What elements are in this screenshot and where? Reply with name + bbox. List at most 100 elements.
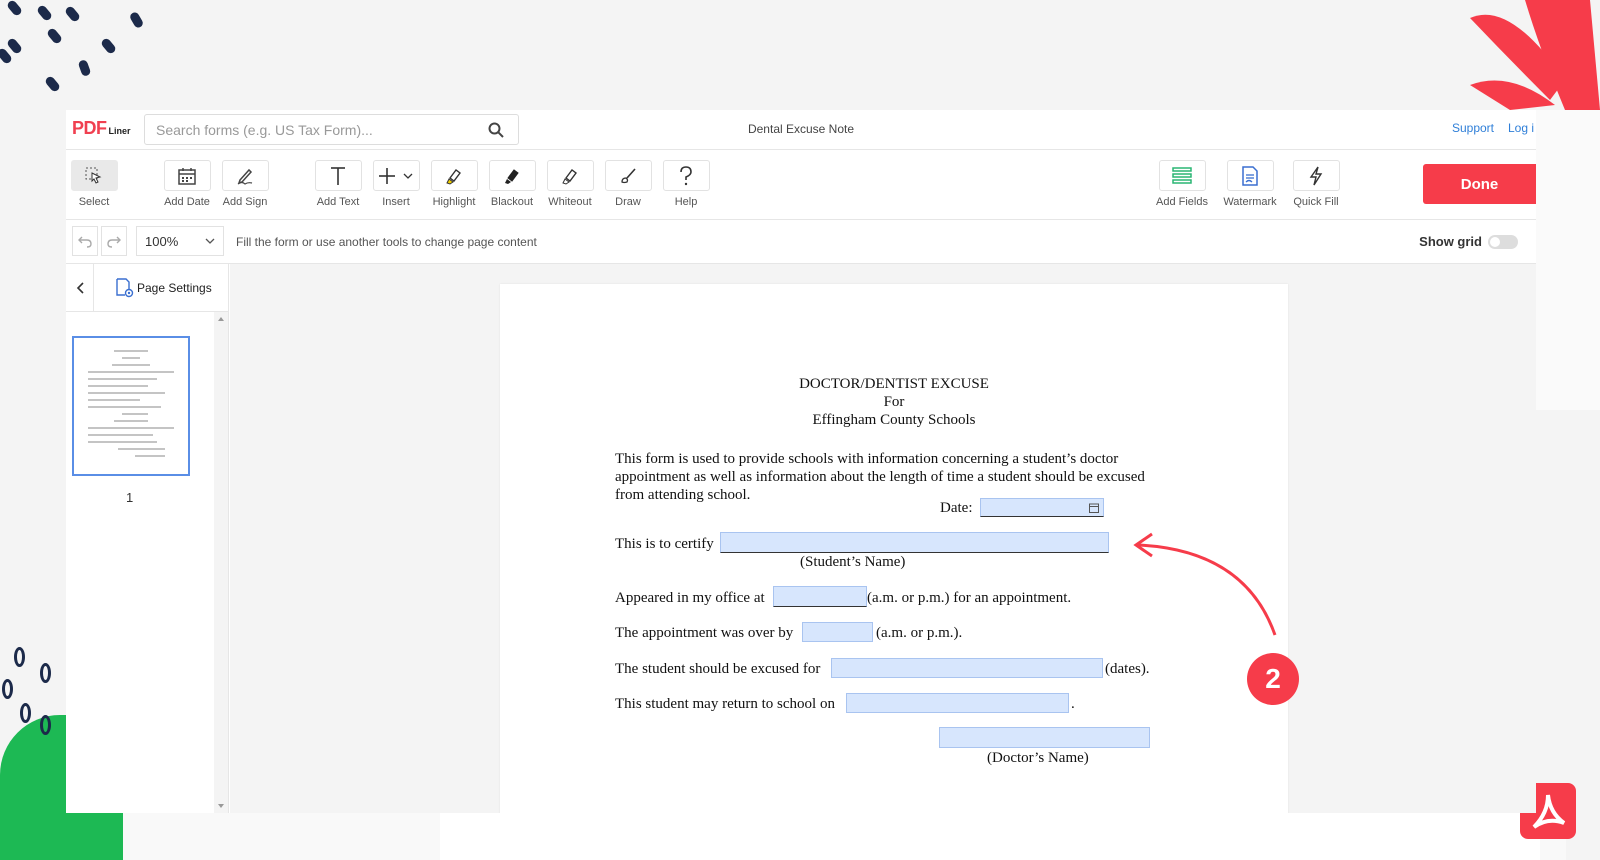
form-heading-school: Effingham County Schools xyxy=(812,412,976,428)
zoom-select[interactable]: 100% xyxy=(136,226,224,256)
blackout-box xyxy=(488,160,536,191)
secondary-toolbar: 100% Fill the form or use another tools … xyxy=(66,220,1536,264)
certify-label: This is to certify xyxy=(615,536,714,552)
form-heading-for: For xyxy=(883,394,905,410)
scroll-down-arrow-icon xyxy=(218,804,224,808)
quick-fill-box xyxy=(1292,160,1340,191)
support-link[interactable]: Support xyxy=(1452,121,1494,135)
add-date-tool[interactable]: Add Date xyxy=(157,160,217,208)
appointment-end-field[interactable] xyxy=(802,622,873,642)
text-t-icon xyxy=(331,166,345,185)
return-suffix: . xyxy=(1071,696,1075,712)
insert-tool[interactable]: Insert xyxy=(366,160,426,208)
excused-dates-field[interactable] xyxy=(831,658,1103,678)
student-name-field[interactable] xyxy=(720,532,1109,553)
undo-button[interactable] xyxy=(72,226,98,256)
sidebar-scrollbar[interactable] xyxy=(214,312,228,813)
done-button[interactable]: Done xyxy=(1423,164,1536,204)
insert-box xyxy=(372,160,420,191)
highlight-tool[interactable]: Highlight xyxy=(424,160,484,208)
step-number: 2 xyxy=(1265,663,1281,694)
calendar-icon xyxy=(178,167,196,185)
show-grid-toggle[interactable] xyxy=(1488,235,1518,249)
add-text-label: Add Text xyxy=(316,196,360,208)
whiteout-box xyxy=(546,160,594,191)
brush-icon xyxy=(621,167,636,183)
page-thumbnail[interactable] xyxy=(72,336,190,476)
blackout-label: Blackout xyxy=(490,196,534,208)
add-sign-label: Add Sign xyxy=(222,196,268,208)
over-suffix: (a.m. or p.m.). xyxy=(876,625,963,641)
watermark-tool[interactable]: Watermark xyxy=(1220,160,1280,208)
chevron-down-icon xyxy=(205,238,215,244)
undo-icon xyxy=(78,236,92,248)
pen-sign-icon xyxy=(237,168,253,185)
add-fields-label: Add Fields xyxy=(1156,196,1208,208)
form-heading: DOCTOR/DENTIST EXCUSE xyxy=(799,376,989,392)
excused-label: The student should be excused for xyxy=(615,661,821,677)
question-icon xyxy=(680,165,692,185)
top-bar: PDFLiner Dental Excuse Note Support Log … xyxy=(66,110,1536,150)
draw-tool[interactable]: Draw xyxy=(598,160,658,208)
appointment-time-field[interactable] xyxy=(773,586,867,607)
page-settings-label: Page Settings xyxy=(137,281,212,295)
add-text-tool[interactable]: Add Text xyxy=(308,160,368,208)
highlighter-icon xyxy=(446,168,461,185)
add-fields-tool[interactable]: Add Fields xyxy=(1152,160,1212,208)
draw-box xyxy=(604,160,652,191)
add-fields-box xyxy=(1158,160,1206,191)
excused-suffix: (dates). xyxy=(1105,661,1150,677)
quick-fill-label: Quick Fill xyxy=(1293,196,1339,208)
page-sidebar: Page Settings 1 xyxy=(66,264,229,813)
blackout-tool[interactable]: Blackout xyxy=(482,160,542,208)
chevron-left-icon xyxy=(76,282,84,294)
date-label: Date: xyxy=(940,500,973,516)
add-sign-tool[interactable]: Add Sign xyxy=(215,160,275,208)
doctor-name-caption: (Doctor’s Name) xyxy=(987,750,1089,766)
toolbar-hint: Fill the form or use another tools to ch… xyxy=(236,235,537,249)
appeared-suffix: (a.m. or p.m.) for an appointment. xyxy=(867,590,1072,606)
background-panel xyxy=(1536,110,1600,410)
quick-fill-tool[interactable]: Quick Fill xyxy=(1286,160,1346,208)
login-link[interactable]: Log i xyxy=(1508,121,1534,135)
decorative-dashes-top-left xyxy=(0,0,150,95)
whiteout-marker-icon xyxy=(562,168,577,185)
help-tool[interactable]: Help xyxy=(656,160,716,208)
page-settings-button[interactable]: Page Settings xyxy=(116,278,212,298)
watermark-label: Watermark xyxy=(1223,196,1277,208)
redo-button[interactable] xyxy=(101,226,127,256)
lightning-icon xyxy=(1309,166,1323,185)
page-settings-icon xyxy=(116,278,134,298)
document-canvas: DOCTOR/DENTIST EXCUSE For Effingham Coun… xyxy=(230,264,1536,813)
show-grid-label: Show grid xyxy=(1419,234,1482,249)
select-tool-box xyxy=(70,160,118,191)
form-intro: This form is used to provide schools wit… xyxy=(615,451,1145,503)
insert-label: Insert xyxy=(382,196,410,208)
watermark-icon xyxy=(1242,165,1258,186)
highlight-label: Highlight xyxy=(432,196,476,208)
calendar-icon xyxy=(1089,503,1099,513)
return-label: This student may return to school on xyxy=(615,696,835,712)
watermark-box xyxy=(1226,160,1274,191)
step-badge: 2 xyxy=(1247,653,1299,705)
toolbar: Select Add Date Add Sign Add Text Insert… xyxy=(66,150,1536,220)
select-label: Select xyxy=(78,196,110,208)
collapse-sidebar-button[interactable] xyxy=(66,264,94,312)
highlight-box xyxy=(430,160,478,191)
add-date-label: Add Date xyxy=(164,196,210,208)
doctor-name-field[interactable] xyxy=(939,727,1150,748)
annotation-arrow xyxy=(1133,532,1277,636)
background-panel-bottom-white xyxy=(440,813,1540,860)
student-name-caption: (Student’s Name) xyxy=(800,554,906,570)
add-fields-icon xyxy=(1172,166,1192,184)
whiteout-tool[interactable]: Whiteout xyxy=(540,160,600,208)
chevron-down-icon xyxy=(403,173,413,179)
date-field[interactable] xyxy=(980,498,1104,517)
help-label: Help xyxy=(674,196,698,208)
zoom-value: 100% xyxy=(145,234,179,249)
select-tool[interactable]: Select xyxy=(66,160,124,208)
draw-label: Draw xyxy=(615,196,641,208)
add-date-box xyxy=(163,160,211,191)
help-box xyxy=(662,160,710,191)
return-date-field[interactable] xyxy=(846,693,1069,713)
